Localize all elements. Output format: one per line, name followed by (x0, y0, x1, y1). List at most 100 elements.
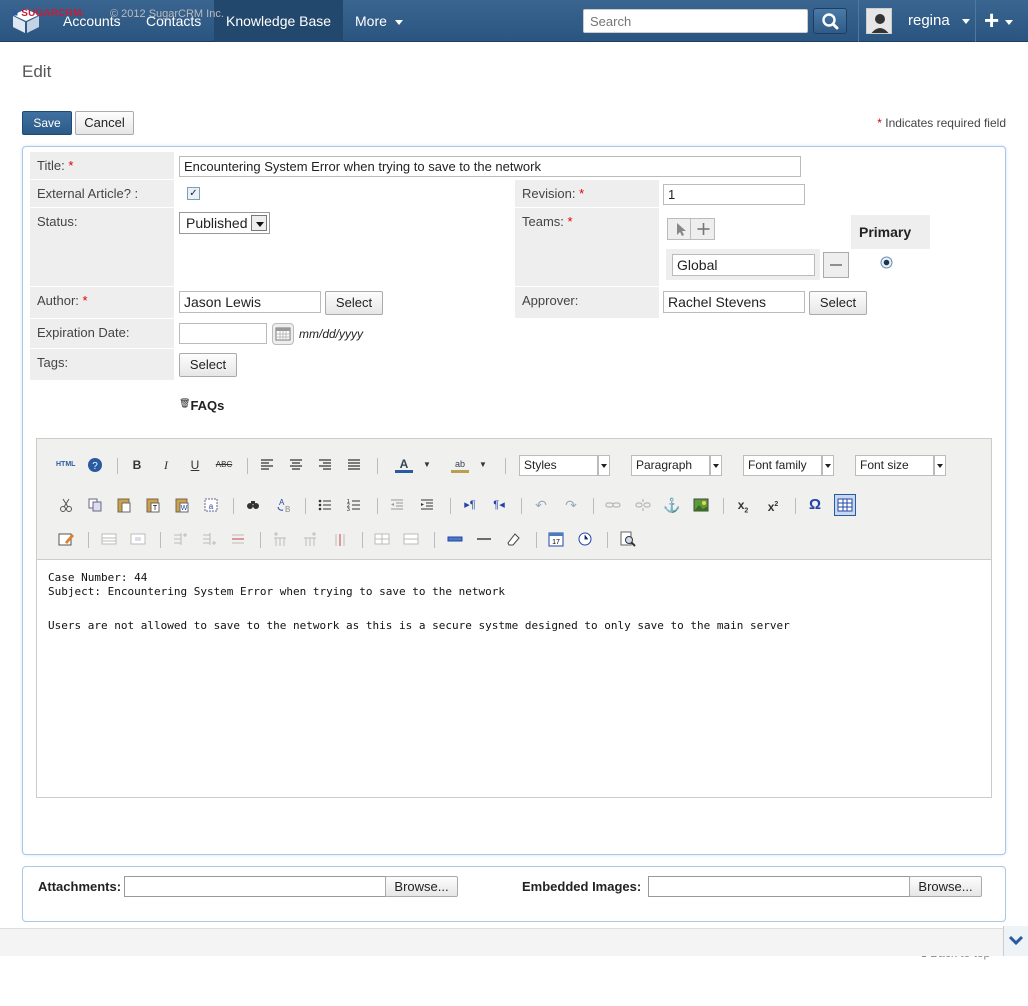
indent-icon[interactable] (418, 496, 436, 514)
user-menu[interactable]: regina (908, 0, 970, 42)
link-icon[interactable] (604, 496, 622, 514)
paste-word-icon[interactable]: W (173, 496, 191, 514)
cell-properties-icon[interactable] (129, 530, 147, 548)
unlink-icon[interactable] (634, 496, 652, 514)
toolbar-divider (450, 498, 451, 514)
add-team-button[interactable] (692, 219, 715, 239)
align-right-icon[interactable] (316, 456, 334, 474)
rich-text-editor[interactable]: Case Number: 44 Subject: Encountering Sy… (36, 560, 992, 798)
superscript-icon[interactable]: x2 (764, 496, 782, 514)
text-color-icon[interactable]: A (395, 455, 413, 473)
tags-select-button[interactable]: Select (179, 353, 237, 377)
merge-cells-icon[interactable] (402, 530, 420, 548)
numbered-list-icon[interactable]: 123 (345, 496, 363, 514)
font-family-select[interactable]: Font family (743, 455, 834, 476)
avatar[interactable] (866, 8, 892, 34)
search-button[interactable] (813, 8, 847, 34)
table-icon[interactable] (834, 494, 856, 516)
search-input[interactable] (583, 9, 808, 33)
author-select-button[interactable]: Select (325, 291, 383, 315)
clock-icon[interactable] (576, 530, 594, 548)
footer-toggle-button[interactable] (1003, 926, 1028, 956)
embedded-images-file-input[interactable] (648, 876, 910, 897)
rtl-icon[interactable]: ¶◂ (490, 496, 508, 514)
row-properties-icon[interactable] (100, 530, 118, 548)
cancel-button[interactable]: Cancel (75, 111, 134, 135)
faqs-tag[interactable]: 🗑FAQs (179, 398, 224, 413)
preview-icon[interactable] (619, 530, 637, 548)
insert-column-before-icon[interactable] (271, 530, 289, 548)
subscript-icon[interactable]: x2 (734, 496, 752, 514)
title-field[interactable]: Encountering System Error when trying to… (179, 156, 801, 177)
insert-row-before-icon[interactable] (171, 530, 189, 548)
toolbar-divider (233, 498, 234, 514)
delete-row-icon[interactable] (229, 530, 247, 548)
eraser-icon[interactable] (504, 530, 522, 548)
status-select[interactable]: Published (179, 212, 270, 234)
copy-icon[interactable] (86, 496, 104, 514)
font-size-select[interactable]: Font size (855, 455, 946, 476)
sugarcrm-logo[interactable]: ■ SUGARCRM. (12, 8, 85, 19)
align-left-icon[interactable] (258, 456, 276, 474)
bold-icon[interactable]: B (128, 456, 146, 474)
find-icon[interactable] (244, 496, 262, 514)
undo-icon[interactable]: ↶ (532, 496, 550, 514)
nav-more[interactable]: More (343, 0, 415, 42)
delete-column-icon[interactable] (331, 530, 349, 548)
italic-icon[interactable]: I (157, 456, 175, 474)
horizontal-rule-icon[interactable] (446, 530, 464, 548)
styles-select[interactable]: Styles (519, 455, 610, 476)
ltr-icon[interactable]: ▸¶ (461, 496, 479, 514)
calendar-button[interactable] (272, 323, 294, 345)
image-icon[interactable] (692, 496, 710, 514)
highlight-color-icon[interactable]: ab (451, 455, 469, 473)
nav-knowledge-base[interactable]: Knowledge Base (214, 0, 344, 42)
split-cells-icon[interactable] (373, 530, 391, 548)
line-icon[interactable] (475, 530, 493, 548)
select-all-icon[interactable]: a (202, 496, 220, 514)
status-label: Status: (30, 208, 174, 286)
expiration-date-field[interactable] (179, 323, 267, 344)
html-source-icon[interactable]: HTML (56, 456, 75, 474)
attachments-browse-button[interactable]: Browse... (385, 876, 458, 897)
primary-team-radio[interactable] (880, 256, 893, 269)
outdent-icon[interactable] (388, 496, 406, 514)
embedded-images-browse-button[interactable]: Browse... (909, 876, 982, 897)
strikethrough-icon[interactable]: ABC (215, 456, 233, 474)
insert-date-icon[interactable]: 17 (547, 530, 565, 548)
align-justify-icon[interactable] (345, 456, 363, 474)
bullet-list-icon[interactable] (316, 496, 334, 514)
help-icon[interactable]: ? (86, 456, 104, 474)
insert-column-after-icon[interactable] (301, 530, 319, 548)
revision-field[interactable]: 1 (663, 184, 805, 205)
nav-accounts[interactable]: Accounts (51, 0, 133, 42)
replace-icon[interactable]: AB (274, 496, 292, 514)
edit-row-icon[interactable] (57, 530, 75, 548)
team-name-field[interactable]: Global (672, 254, 815, 276)
select-team-button[interactable] (668, 219, 691, 239)
nav-contacts[interactable]: Contacts (134, 0, 213, 42)
redo-icon[interactable]: ↷ (562, 496, 580, 514)
revision-label: Revision: * (515, 180, 659, 207)
cut-icon[interactable] (57, 496, 75, 514)
approver-field[interactable]: Rachel Stevens (663, 291, 805, 313)
author-field[interactable]: Jason Lewis (179, 291, 321, 313)
paste-icon[interactable] (115, 496, 133, 514)
chevron-down-icon[interactable]: ▼ (418, 456, 436, 474)
attachments-file-input[interactable] (124, 876, 386, 897)
insert-row-after-icon[interactable] (200, 530, 218, 548)
align-center-icon[interactable] (287, 456, 305, 474)
underline-icon[interactable]: U (186, 456, 204, 474)
paragraph-select[interactable]: Paragraph (631, 455, 722, 476)
minus-icon (830, 264, 842, 266)
special-character-icon[interactable]: Ω (806, 496, 824, 514)
trash-icon[interactable]: 🗑 (179, 398, 190, 408)
approver-select-button[interactable]: Select (809, 291, 867, 315)
chevron-down-icon[interactable]: ▼ (474, 456, 492, 474)
external-article-checkbox[interactable]: ✓ (187, 187, 200, 200)
paste-text-icon[interactable]: T (144, 496, 162, 514)
remove-team-button[interactable] (823, 252, 849, 278)
anchor-icon[interactable]: ⚓ (663, 496, 681, 514)
quick-create-button[interactable]: + (984, 0, 1014, 42)
save-button[interactable]: Save (22, 111, 72, 135)
